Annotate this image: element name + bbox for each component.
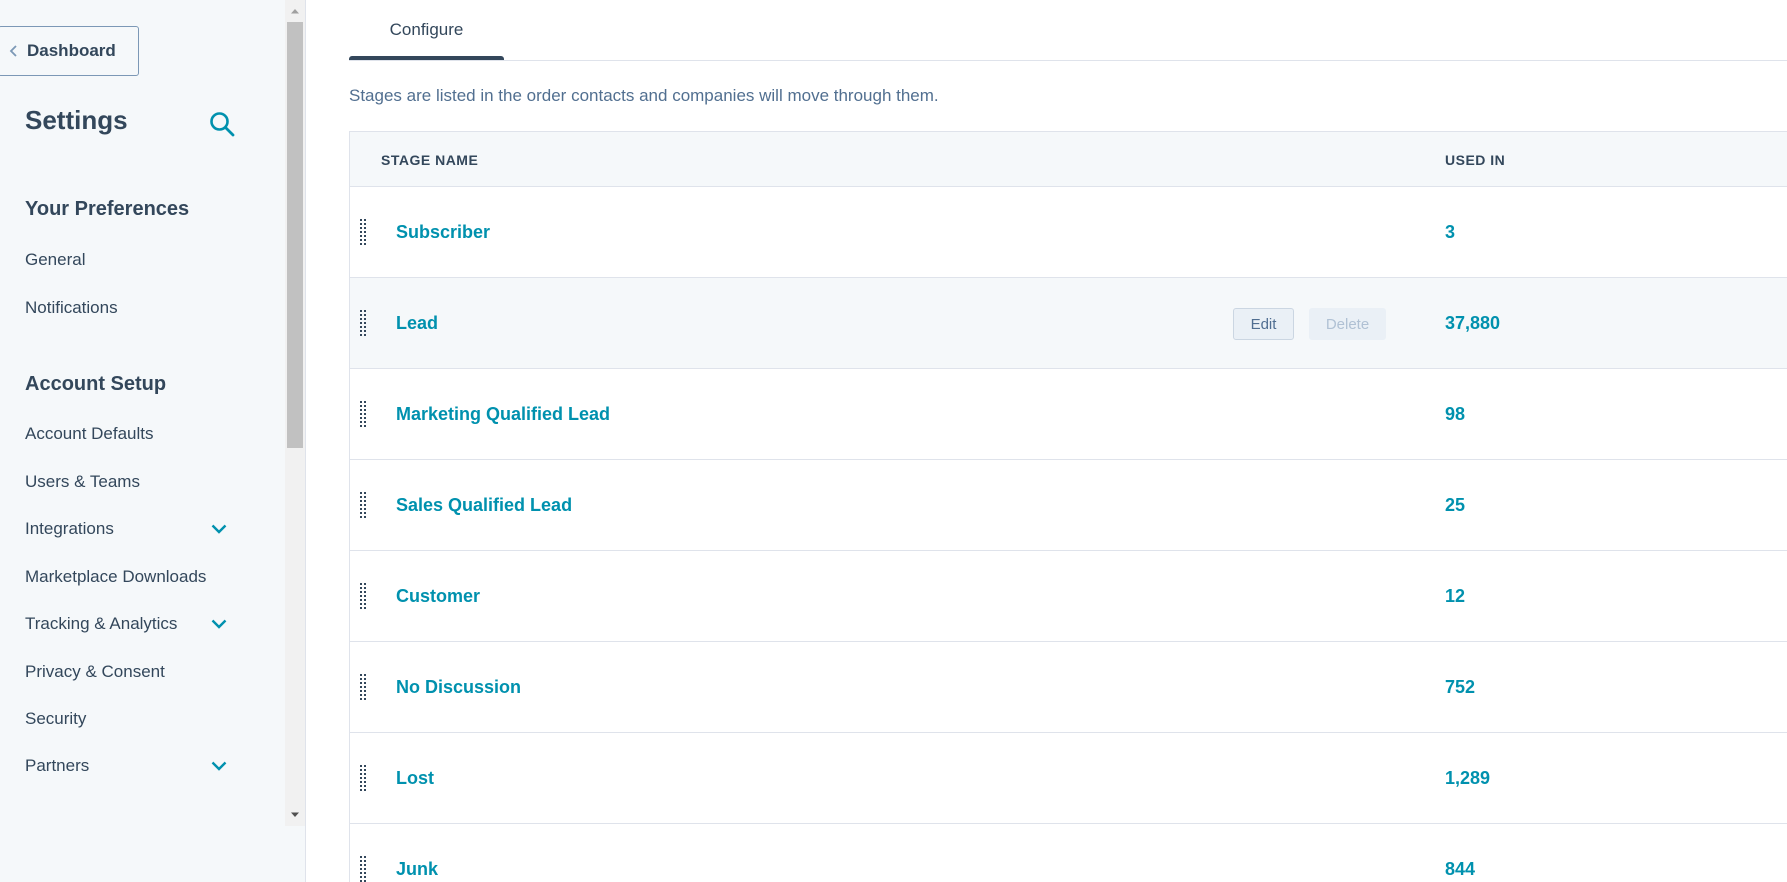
drag-handle-icon[interactable] — [360, 856, 370, 882]
stage-name-link[interactable]: Customer — [396, 586, 480, 607]
used-in-count-link[interactable]: 37,880 — [1445, 313, 1500, 334]
used-in-count-link[interactable]: 3 — [1445, 222, 1455, 243]
delete-stage-button[interactable]: Delete — [1309, 308, 1386, 340]
chevron-down-icon[interactable] — [210, 615, 228, 633]
sidebar-item-partners[interactable]: Partners — [25, 754, 245, 778]
drag-handle-icon[interactable] — [360, 401, 370, 429]
sidebar-item-label: General — [25, 250, 86, 269]
drag-handle-icon[interactable] — [360, 674, 370, 702]
lifecycle-stages-table: STAGE NAME USED IN Subscriber 3 Lead Edi… — [349, 131, 1787, 882]
tabs-divider — [349, 60, 1787, 61]
drag-handle-icon[interactable] — [360, 765, 370, 793]
sidebar-item-label: Security — [25, 709, 87, 728]
used-in-count-link[interactable]: 25 — [1445, 495, 1465, 516]
stage-name-link[interactable]: Lead — [396, 313, 438, 334]
stage-name-link[interactable]: Marketing Qualified Lead — [396, 404, 610, 425]
table-row[interactable]: Lost 1,289 — [350, 733, 1787, 824]
back-to-dashboard-button[interactable]: Dashboard — [0, 26, 139, 76]
sidebar-item-general[interactable]: General — [25, 248, 245, 272]
sidebar-item-label: Notifications — [25, 298, 118, 317]
section-heading-account-setup: Account Setup — [25, 373, 167, 395]
sidebar-item-security[interactable]: Security — [25, 707, 245, 731]
chevron-down-icon[interactable] — [210, 520, 228, 538]
sidebar-divider — [305, 0, 306, 882]
section-heading-preferences: Your Preferences — [25, 198, 190, 220]
sidebar-item-label: Marketplace Downloads — [25, 567, 207, 586]
used-in-count-link[interactable]: 844 — [1445, 859, 1475, 880]
drag-handle-icon[interactable] — [360, 219, 370, 247]
sidebar-item-label: Users & Teams — [25, 472, 140, 491]
stage-name-link[interactable]: Junk — [396, 859, 438, 880]
table-header: STAGE NAME USED IN — [350, 132, 1787, 187]
stage-name-link[interactable]: No Discussion — [396, 677, 521, 698]
sidebar-item-tracking-analytics[interactable]: Tracking & Analytics — [25, 612, 245, 636]
column-header-used-in[interactable]: USED IN — [1445, 152, 1505, 168]
table-row[interactable]: Lead Edit Delete 37,880 — [350, 278, 1787, 369]
search-icon[interactable] — [208, 110, 236, 138]
used-in-count-link[interactable]: 98 — [1445, 404, 1465, 425]
table-row[interactable]: Customer 12 — [350, 551, 1787, 642]
chevron-down-icon[interactable] — [210, 757, 228, 775]
sidebar-item-label: Account Defaults — [25, 424, 154, 443]
table-row[interactable]: Sales Qualified Lead 25 — [350, 460, 1787, 551]
scroll-up-arrow-icon[interactable] — [285, 2, 305, 20]
table-row[interactable]: Marketing Qualified Lead 98 — [350, 369, 1787, 460]
tab-label: Configure — [389, 20, 464, 39]
used-in-count-link[interactable]: 752 — [1445, 677, 1475, 698]
page-title: Settings — [25, 105, 128, 135]
sidebar-item-label: Privacy & Consent — [25, 662, 165, 681]
table-row[interactable]: Junk 844 — [350, 824, 1787, 882]
delete-button-label: Delete — [1325, 315, 1370, 333]
back-button-label: Dashboard — [27, 41, 116, 60]
stage-name-link[interactable]: Subscriber — [396, 222, 490, 243]
sidebar-item-users-teams[interactable]: Users & Teams — [25, 470, 245, 494]
edit-button-label: Edit — [1250, 315, 1277, 333]
sidebar-item-integrations[interactable]: Integrations — [25, 517, 245, 541]
table-row[interactable]: Subscriber 3 — [350, 187, 1787, 278]
sidebar-footer — [0, 826, 305, 882]
table-row[interactable]: No Discussion 752 — [350, 642, 1787, 733]
sidebar-item-label: Tracking & Analytics — [25, 614, 178, 633]
sidebar-item-label: Integrations — [25, 519, 114, 538]
stages-description: Stages are listed in the order contacts … — [349, 86, 939, 105]
drag-handle-icon[interactable] — [360, 583, 370, 611]
column-header-stage-name[interactable]: STAGE NAME — [381, 152, 478, 168]
tab-configure[interactable]: Configure — [349, 0, 504, 62]
used-in-count-link[interactable]: 1,289 — [1445, 768, 1490, 789]
chevron-left-icon — [3, 45, 25, 57]
sidebar-scrollbar-thumb[interactable] — [287, 22, 303, 448]
sidebar-item-privacy-consent[interactable]: Privacy & Consent — [25, 660, 245, 684]
edit-stage-button[interactable]: Edit — [1233, 308, 1294, 340]
drag-handle-icon[interactable] — [360, 310, 370, 338]
scroll-down-arrow-icon[interactable] — [285, 806, 305, 824]
sidebar-item-notifications[interactable]: Notifications — [25, 296, 245, 320]
settings-sidebar: Dashboard Settings Your Preferences Gene… — [0, 0, 285, 882]
sidebar-item-label: Partners — [25, 756, 90, 775]
sidebar-item-marketplace-downloads[interactable]: Marketplace Downloads — [25, 565, 245, 589]
used-in-count-link[interactable]: 12 — [1445, 586, 1465, 607]
drag-handle-icon[interactable] — [360, 492, 370, 520]
stage-name-link[interactable]: Lost — [396, 768, 434, 789]
stage-name-link[interactable]: Sales Qualified Lead — [396, 495, 572, 516]
sidebar-item-account-defaults[interactable]: Account Defaults — [25, 422, 245, 446]
